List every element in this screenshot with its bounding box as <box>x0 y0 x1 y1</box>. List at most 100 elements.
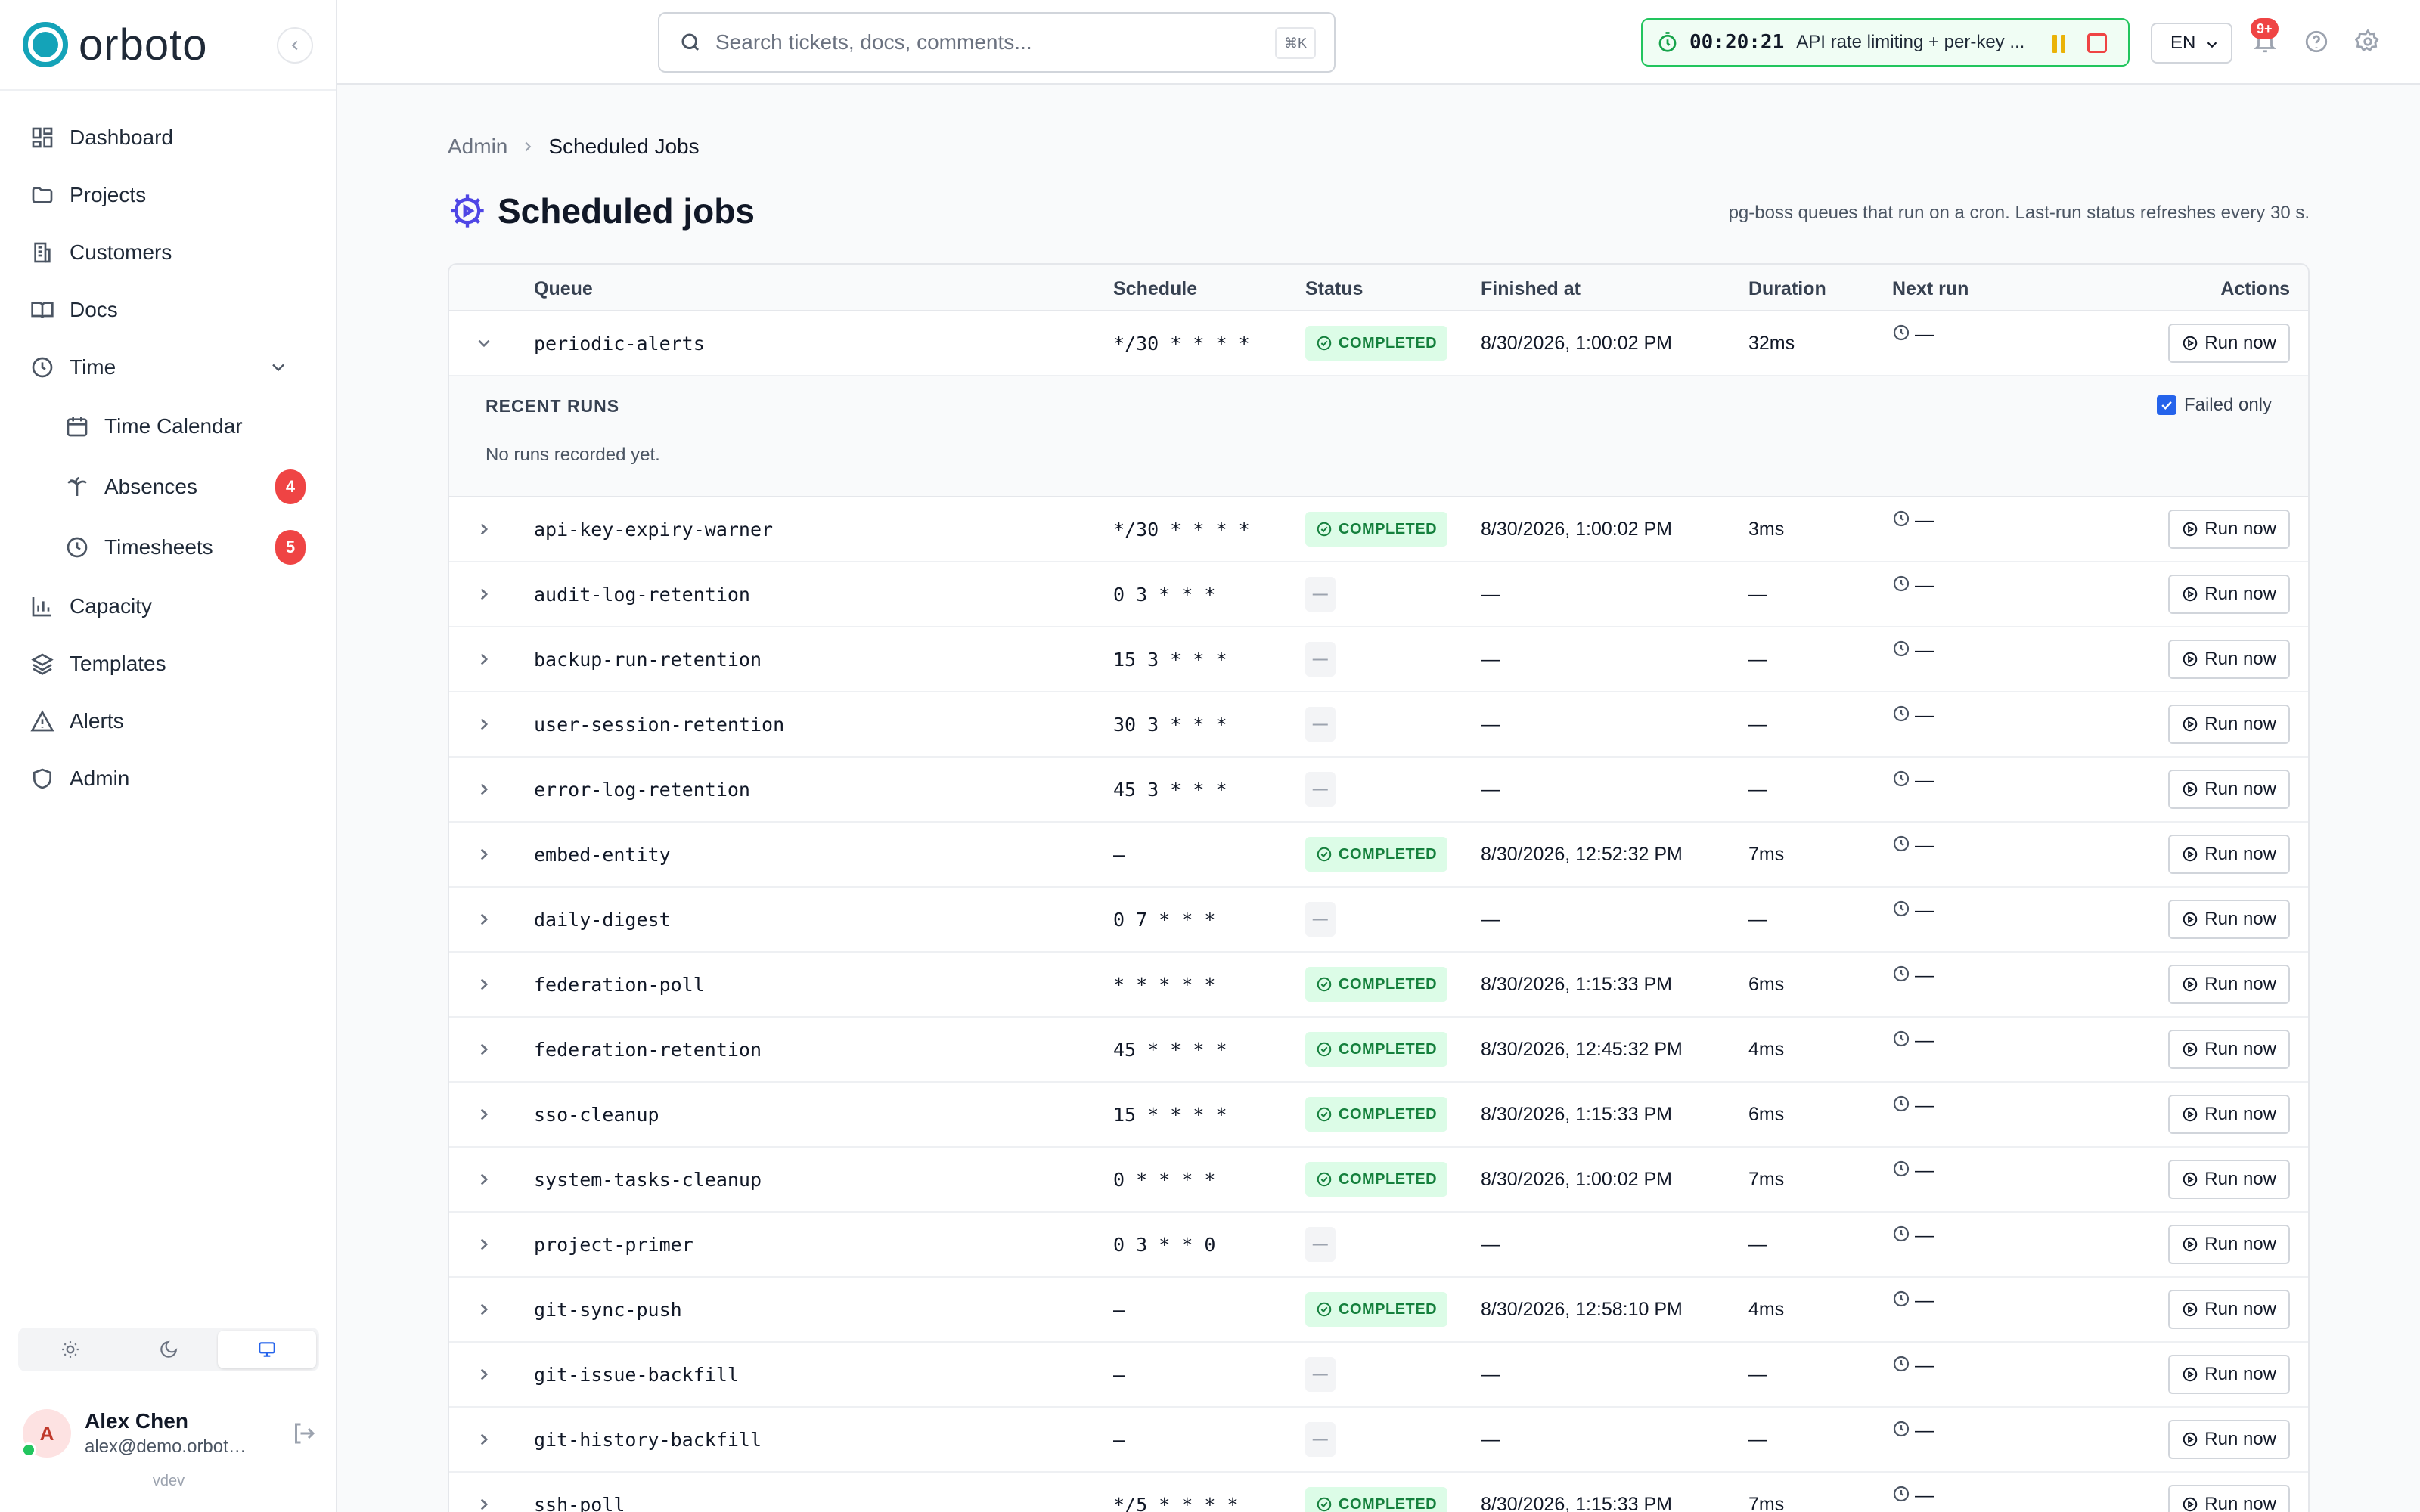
timer-elapsed: 00:20:21 <box>1689 31 1785 54</box>
table-row[interactable]: federation-poll * * * * * COMPLETED 8/30/20… <box>449 953 2308 1018</box>
run-now-button[interactable]: Run now <box>2168 1290 2290 1329</box>
expand-row-toggle[interactable] <box>470 311 498 375</box>
next-run: — <box>1892 1343 1934 1406</box>
sidebar-item-projects[interactable]: Projects <box>0 166 336 224</box>
user-profile[interactable]: A Alex Chen alex@demo.orbot… <box>21 1403 318 1464</box>
run-now-button[interactable]: Run now <box>2168 575 2290 614</box>
play-circle-icon <box>2183 1107 2198 1122</box>
failed-only-checkbox[interactable]: Failed only <box>2156 395 2272 416</box>
sidebar-item-dashboard[interactable]: Dashboard <box>0 109 336 166</box>
run-now-button[interactable]: Run now <box>2168 900 2290 939</box>
status-badge: — <box>1305 707 1336 742</box>
expand-row-toggle[interactable] <box>470 1213 498 1276</box>
theme-system-option[interactable] <box>218 1331 316 1368</box>
table-row[interactable]: api-key-expiry-warner */30 * * * * COMPLET… <box>449 497 2308 562</box>
run-now-button[interactable]: Run now <box>2168 835 2290 874</box>
sidebar-item-admin[interactable]: Admin <box>0 750 336 807</box>
search-input[interactable]: Search tickets, docs, comments... ⌘K <box>658 12 1336 73</box>
sidebar-item-time-calendar[interactable]: Time Calendar <box>0 396 336 457</box>
expand-row-toggle[interactable] <box>470 888 498 951</box>
table-row[interactable]: ssh-poll */5 * * * * COMPLETED 8/30/2026, 1… <box>449 1473 2308 1512</box>
expand-row-toggle[interactable] <box>470 823 498 886</box>
duration: 3ms <box>1748 518 1785 540</box>
table-row[interactable]: git-issue-backfill — — — — — Run now <box>449 1343 2308 1408</box>
expand-row-toggle[interactable] <box>470 692 498 756</box>
cron-schedule: 0 7 * * * <box>1113 908 1216 931</box>
run-now-button[interactable]: Run now <box>2168 965 2290 1004</box>
expand-row-toggle[interactable] <box>470 1018 498 1081</box>
pause-icon[interactable] <box>2052 35 2069 53</box>
duration: 4ms <box>1748 1038 1785 1060</box>
run-now-button[interactable]: Run now <box>2168 1160 2290 1199</box>
sidebar-item-alerts[interactable]: Alerts <box>0 692 336 750</box>
expand-row-toggle[interactable] <box>470 1278 498 1341</box>
expand-row-toggle[interactable] <box>470 1473 498 1512</box>
run-now-button[interactable]: Run now <box>2168 324 2290 363</box>
expand-row-toggle[interactable] <box>470 627 498 691</box>
table-row[interactable]: git-history-backfill — — — — — Run now <box>449 1408 2308 1473</box>
table-row[interactable]: federation-retention 45 * * * * COMPLETED 8… <box>449 1018 2308 1083</box>
cron-schedule: — <box>1113 1428 1125 1451</box>
breadcrumb-admin[interactable]: Admin <box>448 135 507 159</box>
stop-icon[interactable] <box>2087 33 2107 53</box>
duration: — <box>1748 583 1767 605</box>
next-run-value: — <box>1915 640 1934 661</box>
table-row[interactable]: error-log-retention 45 3 * * * — — — — Run now <box>449 758 2308 823</box>
table-row[interactable]: user-session-retention 30 3 * * * — — — — Run … <box>449 692 2308 758</box>
theme-light-option[interactable] <box>21 1331 119 1368</box>
table-row[interactable]: system-tasks-cleanup 0 * * * * COMPLETED 8/… <box>449 1148 2308 1213</box>
breadcrumb-current: Scheduled Jobs <box>548 135 700 158</box>
run-now-button[interactable]: Run now <box>2168 1355 2290 1394</box>
status-badge: COMPLETED <box>1305 967 1448 1002</box>
run-now-button[interactable]: Run now <box>2168 770 2290 809</box>
run-now-button[interactable]: Run now <box>2168 640 2290 679</box>
run-now-button[interactable]: Run now <box>2168 705 2290 744</box>
expand-row-toggle[interactable] <box>470 1408 498 1471</box>
table-row[interactable]: audit-log-retention 0 3 * * * — — — — Run now <box>449 562 2308 627</box>
sidebar-item-docs[interactable]: Docs <box>0 281 336 339</box>
run-now-label: Run now <box>2204 1299 2276 1319</box>
logo-icon <box>23 22 68 67</box>
finished-at: 8/30/2026, 1:00:02 PM <box>1481 332 1672 354</box>
logout-icon[interactable] <box>290 1420 318 1447</box>
run-now-button[interactable]: Run now <box>2168 1485 2290 1512</box>
gear-icon[interactable] <box>2355 29 2381 54</box>
table-row[interactable]: embed-entity — COMPLETED 8/30/2026, 12:52:3… <box>449 823 2308 888</box>
run-now-button[interactable]: Run now <box>2168 1030 2290 1069</box>
help-icon[interactable] <box>2304 29 2329 54</box>
duration: 7ms <box>1748 843 1785 865</box>
active-timer[interactable]: 00:20:21 API rate limiting + per-key ... <box>1641 18 2130 67</box>
table-row[interactable]: sso-cleanup 15 * * * * COMPLETED 8/30/2026,… <box>449 1083 2308 1148</box>
expand-row-toggle[interactable] <box>470 497 498 561</box>
sidebar-item-customers[interactable]: Customers <box>0 224 336 281</box>
sidebar-item-templates[interactable]: Templates <box>0 635 336 692</box>
sidebar-item-time[interactable]: Time <box>0 339 336 396</box>
duration: — <box>1748 908 1767 930</box>
sidebar-item-timesheets[interactable]: Timesheets 5 <box>0 517 336 578</box>
table-row[interactable]: periodic-alerts */30 * * * * COMPLETED 8/30… <box>449 311 2308 376</box>
sidebar-item-capacity[interactable]: Capacity <box>0 578 336 635</box>
table-row[interactable]: daily-digest 0 7 * * * — — — — Run now <box>449 888 2308 953</box>
collapse-sidebar-button[interactable] <box>277 27 313 64</box>
sidebar-item-absences[interactable]: Absences 4 <box>0 457 336 517</box>
table-row[interactable]: project-primer 0 3 * * 0 — — — — Run now <box>449 1213 2308 1278</box>
run-now-button[interactable]: Run now <box>2168 510 2290 549</box>
table-row[interactable]: backup-run-retention 15 3 * * * — — — — Run no… <box>449 627 2308 692</box>
expand-row-toggle[interactable] <box>470 758 498 821</box>
sidebar-item-label: Capacity <box>70 594 152 618</box>
table-row[interactable]: git-sync-push — COMPLETED 8/30/2026, 12:58:… <box>449 1278 2308 1343</box>
expand-row-toggle[interactable] <box>470 1148 498 1211</box>
expand-row-toggle[interactable] <box>470 1083 498 1146</box>
column-header-queue: Queue <box>534 278 593 299</box>
status-text: COMPLETED <box>1339 845 1438 863</box>
run-now-button[interactable]: Run now <box>2168 1420 2290 1459</box>
expand-row-toggle[interactable] <box>470 953 498 1016</box>
theme-dark-option[interactable] <box>119 1331 218 1368</box>
language-select[interactable]: EN <box>2151 23 2232 64</box>
status-text: COMPLETED <box>1339 1040 1438 1058</box>
run-now-button[interactable]: Run now <box>2168 1095 2290 1134</box>
checkbox-checked-icon[interactable] <box>2156 395 2176 415</box>
expand-row-toggle[interactable] <box>470 562 498 626</box>
expand-row-toggle[interactable] <box>470 1343 498 1406</box>
run-now-button[interactable]: Run now <box>2168 1225 2290 1264</box>
